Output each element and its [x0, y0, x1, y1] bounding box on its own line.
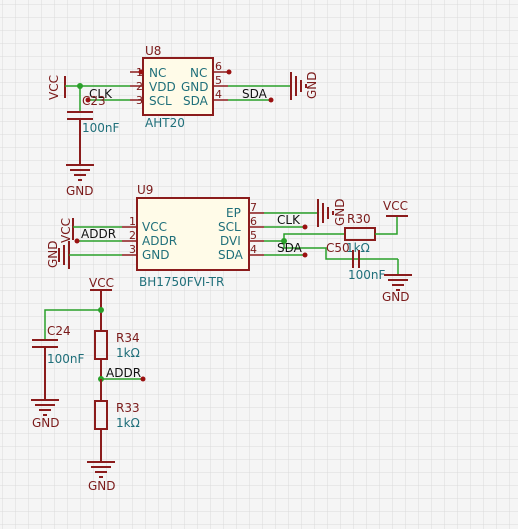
r34-value: 1kΩ — [116, 346, 140, 360]
c23-value: 100nF — [82, 121, 120, 135]
u9-pin2-name: ADDR — [142, 234, 177, 248]
u9-pin4-name: SDA — [218, 248, 244, 262]
u8-pin3-name: SCL — [149, 94, 172, 108]
r33-value: 1kΩ — [116, 416, 140, 430]
u9-pin7-name: EP — [226, 206, 241, 220]
u9-pin5-name: DVI — [220, 234, 241, 248]
u8-value: AHT20 — [145, 116, 185, 130]
u9-pin6-num: 6 — [250, 215, 257, 228]
u8-pin2-num: 2 — [136, 80, 143, 93]
u8-pin6-num: 6 — [215, 60, 222, 73]
u9-sda-end — [302, 252, 308, 258]
addr-vcc-power[interactable]: VCC — [89, 276, 114, 291]
grid-background — [0, 0, 518, 529]
schematic-canvas: U8 1 2 3 NC VDD SCL 6 5 4 NC GND SDA AHT… — [0, 0, 518, 529]
u8-pin6-nc-dot — [226, 69, 232, 75]
r34-ref: R34 — [116, 331, 140, 345]
u9-ref: U9 — [137, 183, 153, 197]
u8-sda-end — [268, 97, 274, 103]
u8-pin3-num: 3 — [136, 94, 143, 107]
u9-pin7-num: 7 — [250, 201, 257, 214]
gnd-label-c50: GND — [382, 290, 410, 304]
gnd-label-r33: GND — [88, 479, 116, 493]
u8-pin1-nc-dot — [138, 69, 144, 75]
u9-pin6-name: SCL — [218, 220, 241, 234]
gnd-label-u8: GND — [305, 71, 319, 99]
gnd-label-c23: GND — [66, 184, 94, 198]
u8-vcc-label: VCC — [47, 75, 61, 100]
c24-value: 100nF — [47, 352, 85, 366]
net-addr-u9: ADDR — [81, 227, 116, 241]
u8-pin5-num: 5 — [215, 74, 222, 87]
u9-scl-end — [302, 224, 308, 230]
addr-vcc-label: VCC — [89, 276, 114, 290]
u9-pin3-num: 3 — [129, 243, 136, 256]
u8-pin4-name: SDA — [183, 94, 209, 108]
u8-pin6-name: NC — [190, 66, 207, 80]
u8-pin5-name: GND — [181, 80, 209, 94]
u8-pin1-name: NC — [149, 66, 166, 80]
u8-pin4-num: 4 — [215, 88, 222, 101]
u8-pin2-name: VDD — [149, 80, 176, 94]
gnd-label-u9-ep: GND — [333, 198, 347, 226]
r33-ref: R33 — [116, 401, 140, 415]
u9-value: BH1750FVI-TR — [139, 275, 224, 289]
r30-ref: R30 — [347, 212, 371, 226]
junction-u8-vdd — [77, 83, 83, 89]
c50-value: 100nF — [348, 268, 386, 282]
u9-pin3-name: GND — [142, 248, 170, 262]
u9-pin1-name: VCC — [142, 220, 167, 234]
gnd-label-c24: GND — [32, 416, 60, 430]
u9-pin5-num: 5 — [250, 229, 257, 242]
junction-c24-top — [98, 307, 104, 313]
net-sda-u8: SDA — [242, 87, 268, 101]
u9-pin2-num: 2 — [129, 229, 136, 242]
gnd-label-u9: GND — [46, 240, 60, 268]
u9-pin4-num: 4 — [250, 243, 257, 256]
c50-ref: C50 — [326, 241, 350, 255]
net-sda-u9: SDA — [277, 241, 303, 255]
c24-ref: C24 — [47, 324, 71, 338]
net-addr-divider: ADDR — [106, 366, 141, 380]
u8-ref: U8 — [145, 44, 161, 58]
r30-vcc-label: VCC — [383, 199, 408, 213]
u9-vcc-label: VCC — [59, 218, 73, 243]
addr-divider-end — [140, 376, 146, 382]
net-clk-u9: CLK — [277, 213, 301, 227]
u9-addr-end — [74, 238, 80, 244]
c23-ref: C23 — [82, 94, 106, 108]
u9-vcc-power[interactable]: VCC — [59, 218, 74, 243]
u9-pin1-num: 1 — [129, 215, 136, 228]
